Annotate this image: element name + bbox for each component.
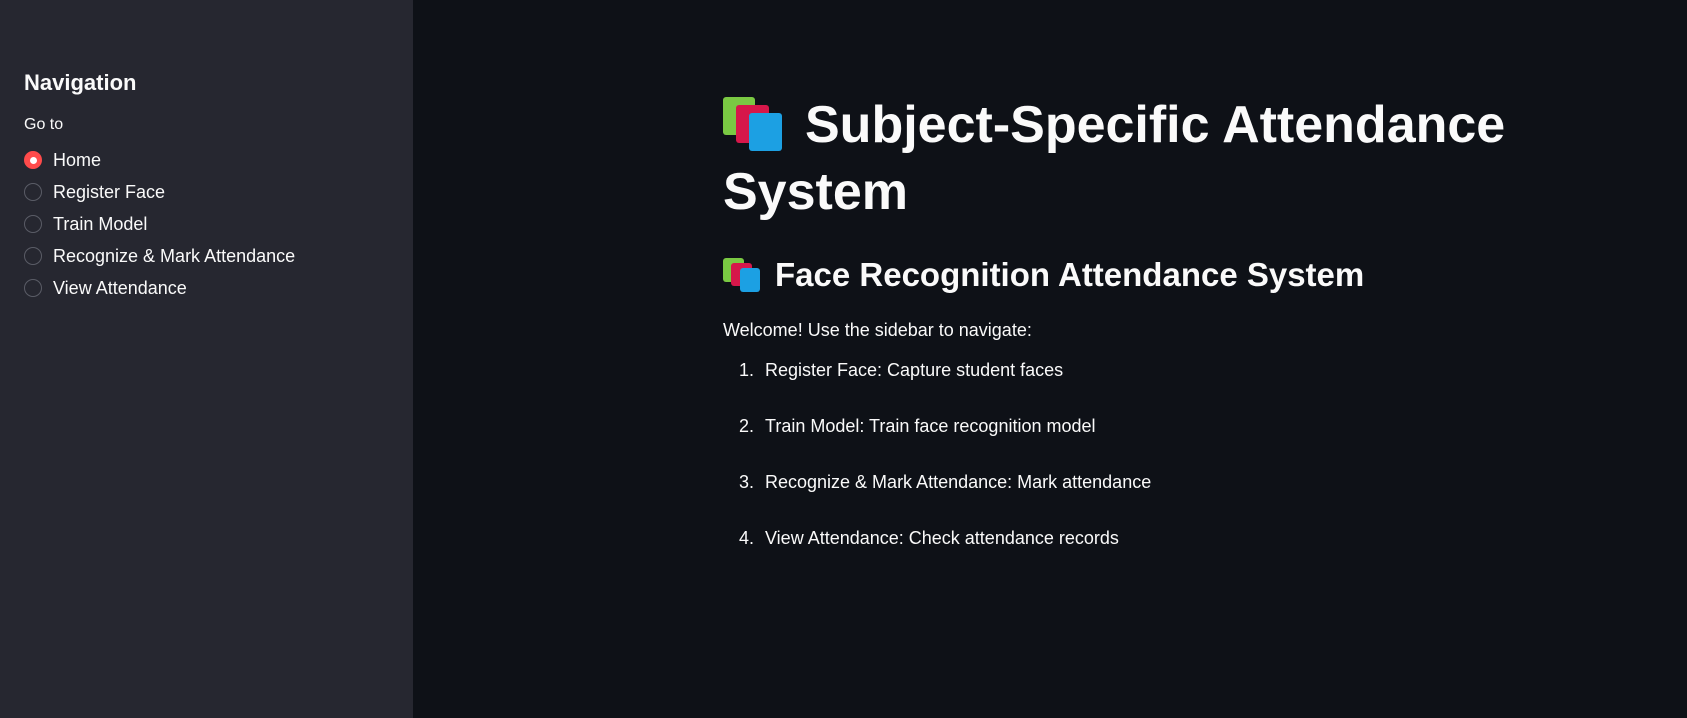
- list-item: Train Model: Train face recognition mode…: [759, 415, 1513, 437]
- radio-option-label[interactable]: Train Model: [53, 214, 147, 235]
- app-root: Navigation Go to Home Register Face Trai…: [0, 0, 1687, 718]
- radio-button-checked[interactable]: [24, 151, 42, 169]
- radio-option-register-face[interactable]: Register Face: [24, 176, 389, 208]
- list-item: View Attendance: Check attendance record…: [759, 527, 1513, 549]
- radio-option-label[interactable]: Home: [53, 150, 101, 171]
- radio-group-label: Go to: [24, 116, 64, 133]
- radio-button[interactable]: [24, 247, 42, 265]
- sidebar: Navigation Go to Home Register Face Trai…: [0, 0, 413, 718]
- radio-button[interactable]: [24, 279, 42, 297]
- list-item: Recognize & Mark Attendance: Mark attend…: [759, 471, 1513, 493]
- radio-option-label[interactable]: Register Face: [53, 182, 165, 203]
- radio-option-label[interactable]: Recognize & Mark Attendance: [53, 246, 295, 267]
- radio-option-view-attendance[interactable]: View Attendance: [24, 272, 389, 304]
- books-icon: [723, 257, 761, 292]
- radio-button[interactable]: [24, 215, 42, 233]
- sidebar-heading: Navigation: [24, 70, 137, 95]
- welcome-text: Welcome! Use the sidebar to navigate:: [723, 319, 1032, 340]
- page-title: Subject-Specific Attendance System: [723, 92, 1513, 225]
- steps-list: Register Face: Capture student faces Tra…: [723, 359, 1513, 549]
- navigation-radio-group: Home Register Face Train Model Recognize…: [24, 144, 389, 304]
- radio-option-recognize-mark-attendance[interactable]: Recognize & Mark Attendance: [24, 240, 389, 272]
- main-content: Subject-Specific Attendance System Face …: [413, 0, 1687, 718]
- content-block: Subject-Specific Attendance System Face …: [723, 92, 1513, 583]
- section-subtitle: Face Recognition Attendance System: [723, 255, 1513, 295]
- section-subtitle-text: Face Recognition Attendance System: [775, 256, 1365, 294]
- radio-option-home[interactable]: Home: [24, 144, 389, 176]
- radio-option-train-model[interactable]: Train Model: [24, 208, 389, 240]
- list-item: Register Face: Capture student faces: [759, 359, 1513, 381]
- page-title-text: Subject-Specific Attendance System: [723, 96, 1506, 221]
- books-icon: [723, 97, 783, 152]
- radio-option-label[interactable]: View Attendance: [53, 278, 187, 299]
- radio-button[interactable]: [24, 183, 42, 201]
